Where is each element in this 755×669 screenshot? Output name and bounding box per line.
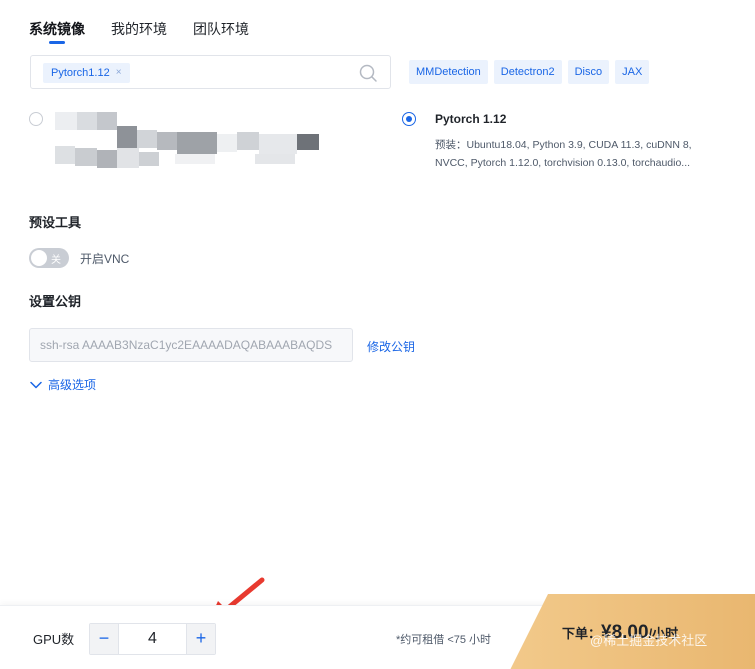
advanced-options-label: 高级选项: [48, 378, 97, 392]
gpu-count-label: GPU数: [33, 632, 75, 647]
tab-team-environments[interactable]: 团队环境: [193, 18, 249, 46]
search-filter-chip-label: Pytorch1.12: [51, 67, 110, 79]
image-tabs: 系统镜像 我的环境 团队环境: [29, 18, 275, 46]
search-icon[interactable]: [358, 63, 378, 83]
search-filter-chip: Pytorch1.12 ×: [43, 63, 130, 83]
edit-public-key-link[interactable]: 修改公钥: [367, 338, 415, 355]
image-option-radio-1[interactable]: [29, 112, 43, 126]
quick-tag-detectron2[interactable]: Detectron2: [493, 60, 562, 84]
chip-remove-icon[interactable]: ×: [116, 63, 122, 83]
tab-my-environments[interactable]: 我的环境: [111, 18, 167, 46]
increment-button[interactable]: +: [187, 624, 215, 654]
order-bar: GPU数 − 4 + *约可租借 <75 小时 下单：¥8.00/小时 @稀土掘…: [0, 594, 755, 669]
gpu-count-input[interactable]: 4: [118, 624, 187, 654]
tab-system-images[interactable]: 系统镜像: [29, 18, 85, 46]
advanced-options-toggle[interactable]: 高级选项: [30, 376, 96, 393]
image-option-title[interactable]: Pytorch 1.12: [435, 112, 506, 126]
vnc-toggle-label: 开启VNC: [80, 252, 130, 266]
gpu-count-stepper: − 4 +: [89, 623, 216, 655]
quick-tag-disco[interactable]: Disco: [567, 60, 610, 84]
preset-tools-title: 预设工具: [29, 215, 82, 230]
public-key-title: 设置公钥: [29, 294, 82, 309]
image-option-radio-pytorch[interactable]: [402, 112, 416, 126]
toggle-knob: [31, 250, 47, 266]
image-option-description: 预装：Ubuntu18.04, Python 3.9, CUDA 11.3, c…: [435, 139, 692, 169]
quick-tag-list: MMDetection Detectron2 Disco JAX: [409, 60, 655, 84]
quick-tag-mmdetection[interactable]: MMDetection: [409, 60, 488, 84]
watermark-text: @稀土掘金技术社区: [590, 633, 708, 648]
image-search-input[interactable]: Pytorch1.12 ×: [30, 55, 391, 89]
obscured-image-option: [55, 108, 335, 170]
rental-estimate-text: *约可租借 <75 小时: [396, 634, 492, 646]
toggle-state-text: 关: [51, 255, 61, 266]
public-key-field: ssh-rsa AAAAB3NzaC1yc2EAAAADAQABAAABAQDS: [29, 328, 353, 362]
quick-tag-jax[interactable]: JAX: [615, 60, 650, 84]
vnc-toggle[interactable]: 关: [29, 248, 69, 268]
chevron-down-icon: [30, 381, 42, 388]
decrement-button[interactable]: −: [90, 624, 118, 654]
